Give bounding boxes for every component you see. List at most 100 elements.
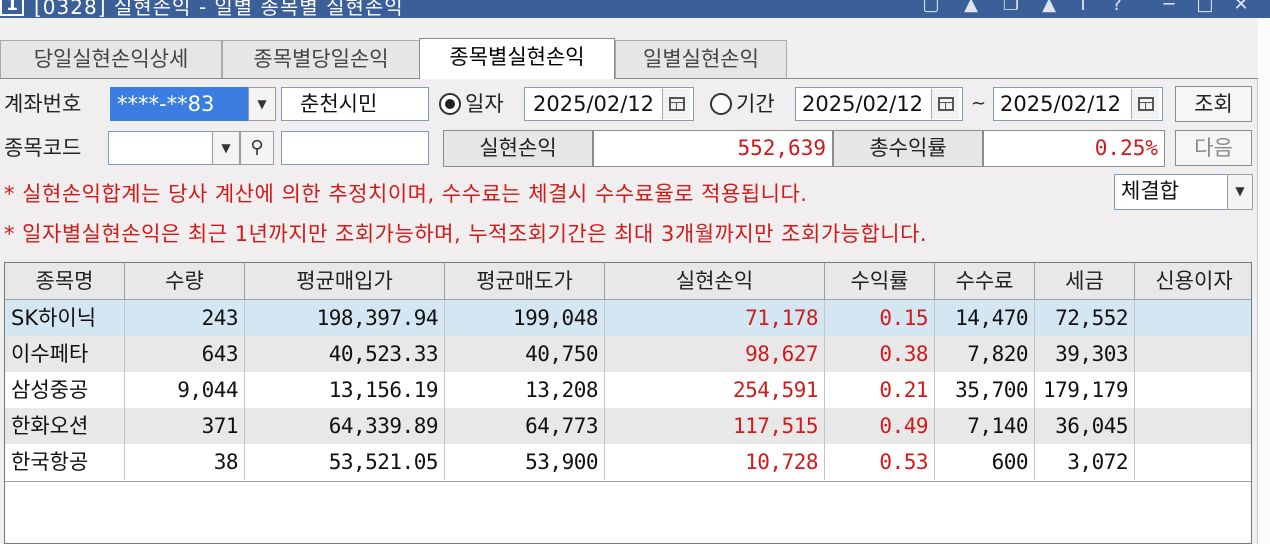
- bell-icon[interactable]: ▲: [1036, 0, 1062, 16]
- table-cell: 117,515: [605, 408, 825, 444]
- account-name-field: 춘천시민: [281, 87, 429, 121]
- pin-icon[interactable]: ▢: [918, 0, 944, 16]
- search-button[interactable]: 조회: [1175, 86, 1252, 122]
- table-bottom-line: [5, 481, 1251, 482]
- realized-pl-label: 실현손익: [443, 130, 593, 167]
- total-return-label: 총수익률: [833, 130, 983, 167]
- right-edge-strip: [1257, 18, 1270, 544]
- table-cell: 198,397.94: [245, 300, 445, 336]
- table-row[interactable]: 삼성중공 9,044 13,156.19 13,208 254,591 0.21 35,70…: [5, 372, 1251, 408]
- window-title: [0328] 실현손익 - 일별 종목별 실현손익: [34, 0, 404, 18]
- copy-icon[interactable]: ❐: [998, 0, 1024, 16]
- window-number-badge: 1: [0, 0, 24, 16]
- table-cell: 40,523.33: [245, 336, 445, 372]
- stock-code-field[interactable]: [108, 131, 214, 165]
- total-return-value: 0.25%: [983, 130, 1165, 167]
- table-cell: 9,044: [125, 372, 245, 408]
- table-cell: 643: [125, 336, 245, 372]
- calendar-icon[interactable]: [662, 89, 690, 119]
- column-header[interactable]: 수수료: [935, 263, 1035, 300]
- table-cell: 98,627: [605, 336, 825, 372]
- notice-line-1: * 실현손익합계는 당사 계산에 의한 추정치이며, 수수료는 체결시 수수료율…: [4, 182, 808, 206]
- table-cell: [1135, 300, 1251, 336]
- table-cell: 삼성중공: [5, 372, 125, 408]
- table-cell: 이수페타: [5, 336, 125, 372]
- table-cell: 7,140: [935, 408, 1035, 444]
- account-label: 계좌번호: [4, 92, 82, 116]
- radio-day[interactable]: [439, 93, 461, 115]
- column-header[interactable]: 세금: [1035, 263, 1135, 300]
- table-cell: SK하이닉: [5, 300, 125, 336]
- table-cell: 0.15: [825, 300, 935, 336]
- table-cell: [1135, 408, 1251, 444]
- stock-name-field: [281, 131, 429, 165]
- magnifier-icon[interactable]: ⚲: [240, 131, 274, 165]
- table-cell: [1135, 444, 1251, 480]
- column-header[interactable]: 평균매입가: [245, 263, 445, 300]
- radio-period[interactable]: [710, 93, 732, 115]
- realized-pl-value: 552,639: [593, 130, 833, 167]
- table-cell: 254,591: [605, 372, 825, 408]
- table-cell: 한화오션: [5, 408, 125, 444]
- table-cell: 3,072: [1035, 444, 1135, 480]
- table-cell: 179,179: [1035, 372, 1135, 408]
- table-cell: [1135, 336, 1251, 372]
- table-cell: 40,750: [445, 336, 605, 372]
- stock-code-label: 종목코드: [4, 136, 82, 160]
- table-row[interactable]: 한화오션 371 64,339.89 64,773 117,515 0.49 7,140 36…: [5, 408, 1251, 444]
- column-header[interactable]: 신용이자: [1135, 263, 1251, 300]
- table-cell: [1135, 372, 1251, 408]
- table-cell: 한국항공: [5, 444, 125, 480]
- table-row[interactable]: 한국항공 38 53,521.05 53,900 10,728 0.53 600 3,072: [5, 444, 1251, 480]
- filter-dropdown-icon[interactable]: ▼: [1227, 174, 1253, 210]
- info-icon[interactable]: I: [1070, 0, 1096, 16]
- arrow-up-icon[interactable]: ▲: [958, 0, 984, 16]
- table-cell: 36,045: [1035, 408, 1135, 444]
- table-cell: 53,521.05: [245, 444, 445, 480]
- table-cell: 10,728: [605, 444, 825, 480]
- stock-code-dropdown-icon[interactable]: ▼: [212, 131, 240, 165]
- table-cell: 600: [935, 444, 1035, 480]
- table-cell: 64,773: [445, 408, 605, 444]
- window-title-bar: 1 [0328] 실현손익 - 일별 종목별 실현손익 ▢ ▲ ❐ ▲ I ? …: [0, 0, 1270, 18]
- account-number-field[interactable]: ****-**83: [110, 87, 248, 121]
- column-header[interactable]: 수량: [125, 263, 245, 300]
- table-cell: 0.53: [825, 444, 935, 480]
- close-icon[interactable]: ✕: [1228, 0, 1254, 16]
- tab-realized-detail[interactable]: 당일실현손익상세: [0, 40, 222, 78]
- table-cell: 0.38: [825, 336, 935, 372]
- table-cell: 0.21: [825, 372, 935, 408]
- table-row[interactable]: SK하이닉 243 198,397.94 199,048 71,178 0.15 14,47…: [5, 300, 1251, 336]
- next-button[interactable]: 다음: [1175, 130, 1252, 166]
- column-header[interactable]: 실현손익: [605, 263, 825, 300]
- realized-pl-table: 종목명 수량 평균매입가 평균매도가 실현손익 수익률 수수료 세금 신용이자 …: [4, 262, 1252, 544]
- table-cell: 38: [125, 444, 245, 480]
- help-icon[interactable]: ?: [1104, 0, 1130, 16]
- tab-stock-realized-pl[interactable]: 종목별실현손익: [419, 38, 615, 79]
- maximize-icon[interactable]: □: [1192, 0, 1218, 16]
- table-cell: 13,156.19: [245, 372, 445, 408]
- calendar-icon[interactable]: [1131, 89, 1159, 119]
- column-header[interactable]: 종목명: [5, 263, 125, 300]
- table-cell: 71,178: [605, 300, 825, 336]
- minimize-icon[interactable]: ─: [1156, 0, 1182, 16]
- column-header[interactable]: 수익률: [825, 263, 935, 300]
- account-dropdown-icon[interactable]: ▼: [248, 87, 276, 121]
- table-cell: 72,552: [1035, 300, 1135, 336]
- period-separator: ~: [971, 93, 987, 114]
- radio-day-label: 일자: [465, 92, 504, 116]
- filter-select[interactable]: 체결합: [1114, 174, 1228, 210]
- column-header[interactable]: 평균매도가: [445, 263, 605, 300]
- table-cell: 64,339.89: [245, 408, 445, 444]
- table-cell: 35,700: [935, 372, 1035, 408]
- notice-line-2: * 일자별실현손익은 최근 1년까지만 조회가능하며, 누적조회기간은 최대 3…: [4, 222, 928, 246]
- table-cell: 39,303: [1035, 336, 1135, 372]
- table-cell: 7,820: [935, 336, 1035, 372]
- table-row[interactable]: 이수페타 643 40,523.33 40,750 98,627 0.38 7,820 39,…: [5, 336, 1251, 372]
- calendar-icon[interactable]: [931, 89, 959, 119]
- table-cell: 243: [125, 300, 245, 336]
- table-cell: 199,048: [445, 300, 605, 336]
- tab-daily-realized-pl[interactable]: 일별실현손익: [615, 40, 787, 78]
- table-cell: 14,470: [935, 300, 1035, 336]
- tab-stock-daily-pl[interactable]: 종목별당일손익: [222, 40, 420, 78]
